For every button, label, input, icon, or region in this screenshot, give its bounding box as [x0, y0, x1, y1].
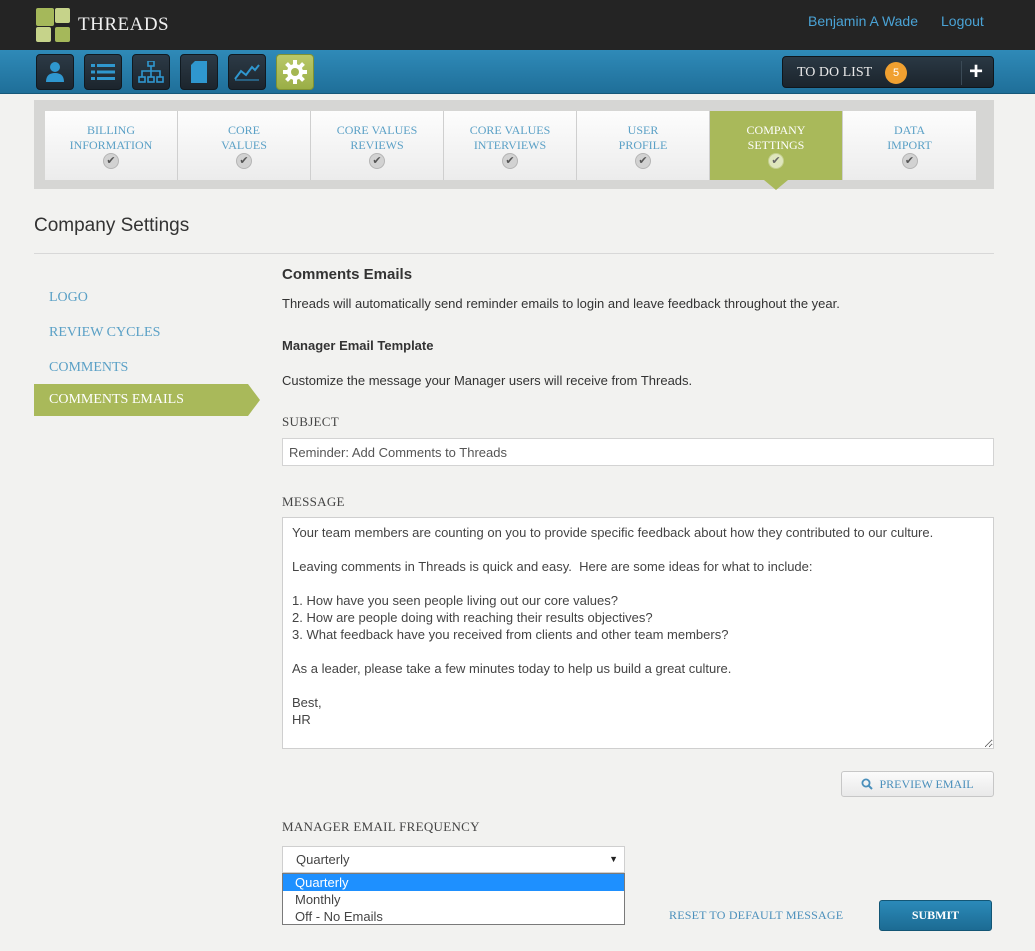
subject-label: SUBJECT	[282, 414, 340, 429]
tab-core-values-reviews[interactable]: CORE VALUES REVIEWS ✔	[311, 111, 444, 180]
user-icon[interactable]	[36, 54, 74, 90]
tab-core-values[interactable]: CORE VALUES ✔	[178, 111, 311, 180]
app-name: THREADS	[78, 14, 170, 35]
check-icon: ✔	[901, 153, 918, 169]
template-heading: Manager Email Template	[282, 338, 434, 353]
add-todo-button[interactable]: +	[969, 59, 983, 85]
check-icon: ✔	[768, 153, 784, 169]
tab-label: CORE VALUES	[221, 123, 267, 152]
check-icon: ✔	[103, 153, 119, 169]
check-icon: ✔	[502, 153, 518, 169]
frequency-dropdown-list: Quarterly Monthly Off - No Emails	[282, 873, 625, 925]
list-icon[interactable]	[84, 54, 122, 90]
tab-label: COMPANY SETTINGS	[746, 123, 806, 152]
subject-input[interactable]	[282, 438, 994, 466]
tab-data-import[interactable]: DATA IMPORT ✔	[843, 111, 976, 180]
frequency-select[interactable]: Quarterly ▼	[282, 846, 625, 873]
sidebar-item-review-cycles[interactable]: REVIEW CYCLES	[34, 321, 248, 353]
message-textarea[interactable]: Your team members are counting on you to…	[282, 517, 994, 749]
frequency-selected-value: Quarterly	[296, 852, 350, 867]
tab-core-values-interviews[interactable]: CORE VALUES INTERVIEWS ✔	[444, 111, 577, 180]
active-sidebar-pointer	[248, 384, 260, 416]
template-description: Customize the message your Manager users…	[282, 373, 693, 388]
tab-label: USER PROFILE	[618, 123, 668, 152]
gear-icon[interactable]	[276, 54, 314, 90]
document-icon[interactable]	[180, 54, 218, 90]
search-icon	[861, 778, 874, 790]
section-heading: Comments Emails	[282, 266, 413, 283]
preview-email-label: PREVIEW EMAIL	[879, 776, 974, 791]
active-tab-pointer	[764, 180, 788, 190]
settings-tabs: BILLING INFORMATION ✔ CORE VALUES ✔ CORE…	[34, 100, 994, 189]
check-icon: ✔	[369, 153, 385, 169]
frequency-option-monthly[interactable]: Monthly	[283, 891, 624, 908]
title-divider	[34, 253, 994, 254]
logout-link[interactable]: Logout	[941, 13, 984, 29]
reset-default-message-link[interactable]: RESET TO DEFAULT MESSAGE	[669, 908, 843, 923]
tab-company-settings[interactable]: COMPANY SETTINGS ✔	[710, 111, 843, 180]
sidebar-item-logo[interactable]: LOGO	[34, 286, 248, 318]
todo-count-badge: 5	[885, 62, 907, 84]
tab-user-profile[interactable]: USER PROFILE ✔	[577, 111, 710, 180]
check-icon: ✔	[635, 153, 651, 169]
logo-mark-icon	[36, 8, 70, 42]
app-logo[interactable]: THREADS	[36, 8, 169, 42]
tab-label: CORE VALUES INTERVIEWS	[469, 123, 551, 152]
chart-icon[interactable]	[228, 54, 266, 90]
tab-billing-information[interactable]: BILLING INFORMATION ✔	[45, 111, 178, 180]
frequency-label: MANAGER EMAIL FREQUENCY	[282, 819, 480, 834]
tab-label: CORE VALUES REVIEWS	[336, 123, 418, 152]
main-nav-bar: TO DO LIST 5 +	[0, 50, 1035, 94]
todo-divider	[961, 61, 962, 85]
top-bar: THREADS Benjamin A Wade Logout	[0, 0, 1035, 50]
todo-label: TO DO LIST	[797, 65, 873, 80]
todo-list-button[interactable]: TO DO LIST 5 +	[782, 56, 994, 88]
check-icon: ✔	[236, 153, 252, 169]
message-label: MESSAGE	[282, 494, 345, 509]
sidebar-item-comments-emails[interactable]: COMMENTS EMAILS	[34, 384, 248, 416]
user-name-link[interactable]: Benjamin A Wade	[808, 13, 918, 29]
submit-button[interactable]: SUBMIT	[879, 900, 992, 931]
frequency-option-quarterly[interactable]: Quarterly	[283, 874, 624, 891]
frequency-option-off[interactable]: Off - No Emails	[283, 908, 624, 925]
page-title: Company Settings	[34, 215, 190, 236]
org-chart-icon[interactable]	[132, 54, 170, 90]
tab-label: BILLING INFORMATION	[69, 123, 153, 152]
tab-label: DATA IMPORT	[887, 123, 932, 152]
preview-email-button[interactable]: PREVIEW EMAIL	[841, 771, 994, 797]
chevron-down-icon: ▼	[609, 854, 618, 864]
section-description: Threads will automatically send reminder…	[282, 296, 840, 311]
